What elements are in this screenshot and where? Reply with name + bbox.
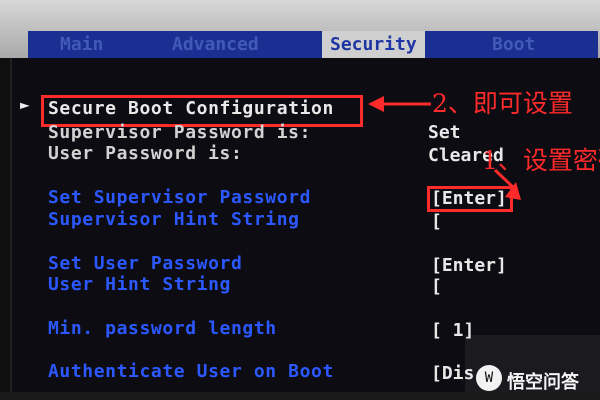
supervisor-hint-string-item[interactable]: Supervisor Hint String: [48, 209, 300, 231]
user-password-status-label: User Password is:: [48, 143, 243, 164]
supervisor-hint-string-value[interactable]: [: [431, 211, 442, 232]
tab-main[interactable]: Main: [60, 31, 103, 58]
set-user-password-enter[interactable]: [Enter]: [431, 255, 507, 276]
tab-advanced[interactable]: Advanced: [172, 31, 259, 58]
highlight-box-enter: [427, 186, 513, 212]
wukong-logo-icon: W: [476, 365, 502, 391]
user-hint-string-value[interactable]: [: [431, 276, 442, 297]
set-supervisor-password-item[interactable]: Set Supervisor Password: [48, 187, 311, 209]
supervisor-password-status-value: Set: [428, 122, 461, 143]
selection-arrow-icon: ►: [20, 95, 30, 114]
annotation-step-2: 2、即可设置: [432, 89, 573, 118]
authenticate-user-on-boot-item[interactable]: Authenticate User on Boot: [48, 361, 334, 383]
bottom-edge: [0, 392, 600, 400]
annotation-step-1: 1、设置密码: [482, 146, 600, 175]
set-user-password-item[interactable]: Set User Password: [48, 253, 242, 275]
min-password-length-item[interactable]: Min. password length: [48, 318, 277, 340]
tab-boot[interactable]: Boot: [492, 31, 535, 58]
supervisor-password-status-label: Supervisor Password is:: [48, 122, 312, 143]
tab-security[interactable]: Security: [322, 31, 425, 58]
watermark-brand: 悟空问答: [507, 372, 579, 393]
user-hint-string-item[interactable]: User Hint String: [48, 274, 231, 296]
